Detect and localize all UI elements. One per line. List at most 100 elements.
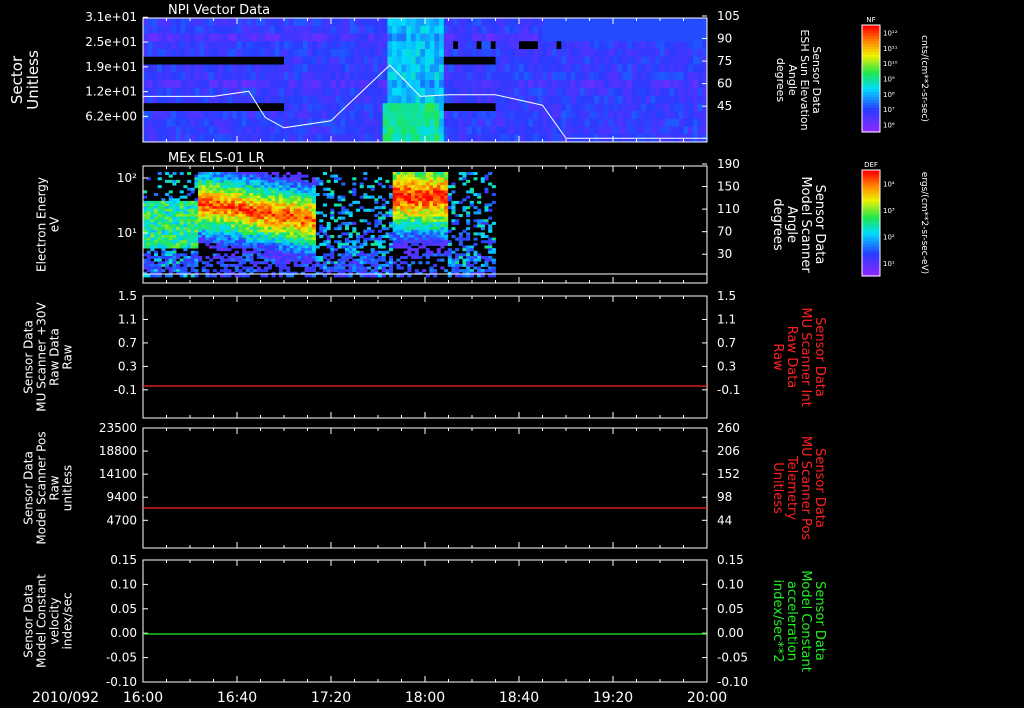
right-tick-label: 60 [717,77,732,91]
panel-3: 1.5 1.1 0.7 0.3 -0.1 1.5 1.1 0.7 0.3 -0.1 Sensor D… [22,289,827,419]
left-axis-label: Raw [61,344,75,369]
plot-canvas: 3.1e+01 2.5e+01 1.9e+01 1.2e+01 6.2e+00 105 90… [8,3,929,706]
right-tick-label: 0.15 [717,553,744,567]
left-tick-label: 1.5 [118,289,137,303]
right-tick-label: 190 [717,157,740,171]
left-tick-label: 1.1 [118,312,137,326]
left-axis-label: Model Scanner Pos [35,431,49,544]
panel-frame [142,427,708,549]
left-tick-label: -0.05 [106,651,137,665]
right-axis-label: degrees [770,198,785,251]
left-tick-label: 14100 [99,467,137,481]
right-axis-label: Model Scanner [798,176,813,273]
right-tick-label: 150 [717,180,740,194]
time-tick-label: 18:40 [499,690,539,706]
left-tick-label: 18800 [99,444,137,458]
colorbar-tick: 10¹¹ [883,45,898,53]
right-tick-label: 90 [717,32,732,46]
time-tick-label: 20:00 [687,690,727,706]
time-tick-label: 19:20 [593,690,633,706]
left-tick-label: 9400 [106,490,137,504]
right-tick-label: 30 [717,247,732,261]
right-axis-label: index/sec**2 [770,579,785,662]
right-tick-label: 1.5 [717,289,736,303]
left-tick-label: 0.10 [110,577,137,591]
left-axis-label: Sensor Data [22,451,36,525]
right-tick-label: -0.10 [717,675,748,689]
left-tick-label: 0.15 [110,553,137,567]
right-tick-label: 0.7 [717,336,736,350]
right-tick-label: 110 [717,202,740,216]
panel-2: 10² 10¹ 190 150 110 70 30 MEx ELS-01 LR Electron… [35,151,827,284]
left-tick-label: 6.2e+00 [85,109,137,123]
right-axis-label: Angle [784,206,799,243]
right-axis-label: Telemetry [784,455,799,520]
left-tick-label: 10¹ [117,226,137,240]
right-axis-label: Raw [770,343,785,371]
left-axis-label: Raw [48,475,62,500]
panel-frame [142,295,708,419]
left-tick-label: 3.1e+01 [85,10,137,24]
right-tick-label: 98 [717,490,732,504]
right-axis-label: degrees [774,58,787,103]
colorbar-unit: ergs/(cm**2-sr-sec-eV) [919,172,929,274]
panel-title: NPI Vector Data [168,3,270,18]
time-tick-label: 17:20 [311,690,351,706]
right-tick-label: 152 [717,467,740,481]
npi-spectrogram [143,18,708,143]
left-tick-label: 10² [117,171,137,185]
panel-title: MEx ELS-01 LR [168,151,265,166]
right-tick-label: 260 [717,421,740,435]
colorbar-1: NF 10¹² 10¹¹ 10¹⁰ 10⁹ 10⁸ 10⁷ 10⁶ cnts/(cm**2-sr… [861,16,929,133]
right-tick-label: 0.3 [717,359,736,373]
left-tick-label: 0.7 [118,336,137,350]
colorbar-tick: 10⁴ [883,180,895,188]
right-axis-label: MU Scanner Pos [798,436,813,541]
left-axis-label: eV [48,216,62,232]
date-label: 2010/092 [32,690,99,706]
left-tick-label: 1.9e+01 [85,60,137,74]
time-tick-label: 18:00 [405,690,445,706]
colorbar-tick: 10⁶ [883,121,895,129]
left-tick-label: 0.3 [118,359,137,373]
right-axis-label: Sensor Data [812,317,827,397]
right-axis-label: Sensor Data [812,448,827,528]
time-tick-label: 16:40 [217,690,257,706]
left-tick-label: 1.2e+01 [85,85,137,99]
left-axis-label: Sensor Data [22,584,36,658]
colorbar-tick: 10³ [883,207,895,215]
colorbar-tick: 10² [883,233,895,241]
right-tick-label: 45 [717,99,732,113]
left-tick-label: 2.5e+01 [85,35,137,49]
left-axis-label: index/sec [61,592,75,649]
right-axis-label: MU Scanner Int [798,307,813,406]
panel-5: 0.15 0.10 0.05 0.00 -0.05 -0.10 0.15 0.10 0.05 0.… [22,553,828,689]
right-tick-label: 70 [717,225,732,239]
right-tick-label: 0.05 [717,602,744,616]
colorbar-tick: 10¹² [883,30,898,38]
colorbar-title: DEF [864,161,878,169]
left-axis-label: unitless [61,465,75,511]
colorbar-2: DEF 10⁴ 10³ 10² 10¹ ergs/(cm**2-sr-sec-eV) [861,161,929,277]
left-tick-label: 23500 [99,421,137,435]
left-axis-label: Raw Data [48,328,62,386]
colorbar-tick: 10¹⁰ [883,60,898,68]
left-tick-label: 0.05 [110,602,137,616]
right-tick-label: -0.1 [717,383,740,397]
right-axis-label: acceleration [784,581,799,661]
right-tick-label: 105 [717,9,740,23]
time-tick-label: 16:00 [123,690,163,706]
right-tick-label: 75 [717,54,732,68]
left-tick-label: 0.00 [110,626,137,640]
left-tick-label: -0.1 [114,383,137,397]
panel-frame [142,559,708,683]
left-tick-label: -0.10 [106,675,137,689]
colorbar-tick: 10⁸ [883,91,895,99]
els-spectrogram [143,172,496,278]
left-axis-label: velocity [48,598,62,645]
right-tick-label: 44 [717,513,732,527]
right-tick-label: 1.1 [717,312,736,326]
colorbar-title: NF [866,16,875,24]
left-axis-label: Sensor Data [22,320,36,394]
right-axis-label: Sensor Data [812,581,827,661]
